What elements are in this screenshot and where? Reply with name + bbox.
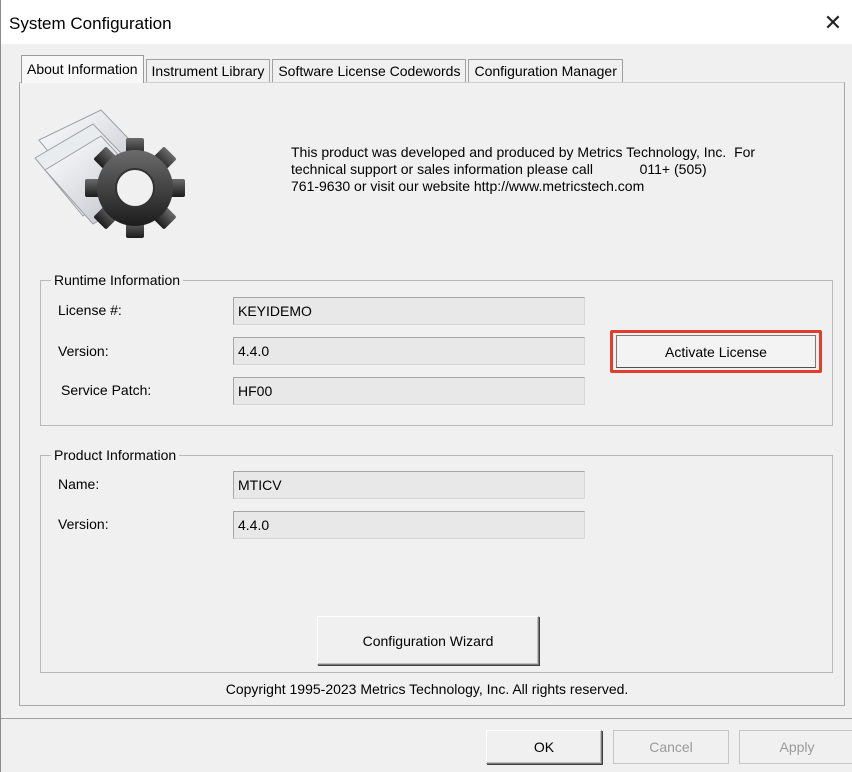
service-patch-field: HF00: [233, 377, 585, 405]
runtime-version-label: Version:: [58, 343, 109, 359]
apply-button[interactable]: Apply: [739, 730, 852, 764]
product-group-label: Product Information: [51, 446, 180, 464]
footer-separator: [1, 718, 852, 719]
runtime-group-label: Runtime Information: [51, 271, 184, 289]
tab-configuration-manager[interactable]: Configuration Manager: [468, 59, 623, 83]
tab-instrument-library[interactable]: Instrument Library: [145, 59, 271, 83]
tab-strip: About Information Instrument Library Sof…: [21, 55, 625, 83]
close-icon[interactable]: ✕: [813, 6, 852, 40]
license-label: License #:: [58, 302, 122, 318]
about-line-2: technical support or sales information p…: [291, 161, 707, 177]
about-line-3: 761-9630 or visit our website http://www…: [291, 178, 645, 194]
service-patch-label: Service Patch:: [61, 382, 152, 398]
ok-button[interactable]: OK: [486, 730, 602, 764]
product-version-label: Version:: [58, 516, 109, 532]
title-bar: System Configuration ✕: [1, 0, 852, 44]
configuration-wizard-button[interactable]: Configuration Wizard: [317, 616, 539, 665]
license-field: KEYIDEMO: [233, 297, 585, 325]
about-description: This product was developed and produced …: [291, 144, 831, 195]
runtime-version-field: 4.4.0: [233, 337, 585, 365]
product-name-label: Name:: [58, 476, 100, 492]
product-version-field: 4.4.0: [233, 511, 585, 539]
tab-about-information[interactable]: About Information: [21, 55, 144, 83]
product-name-field: MTICV: [233, 471, 585, 499]
tab-software-license-codewords[interactable]: Software License Codewords: [272, 59, 467, 83]
about-line-1: This product was developed and produced …: [291, 144, 756, 160]
cancel-button[interactable]: Cancel: [613, 730, 729, 764]
window-title: System Configuration: [9, 14, 172, 33]
activate-license-button[interactable]: Activate License: [616, 335, 816, 368]
system-configuration-window: System Configuration ✕ About Information…: [0, 0, 852, 772]
gear-documents-icon: [34, 109, 185, 238]
copyright-text: Copyright 1995-2023 Metrics Technology, …: [225, 681, 629, 697]
